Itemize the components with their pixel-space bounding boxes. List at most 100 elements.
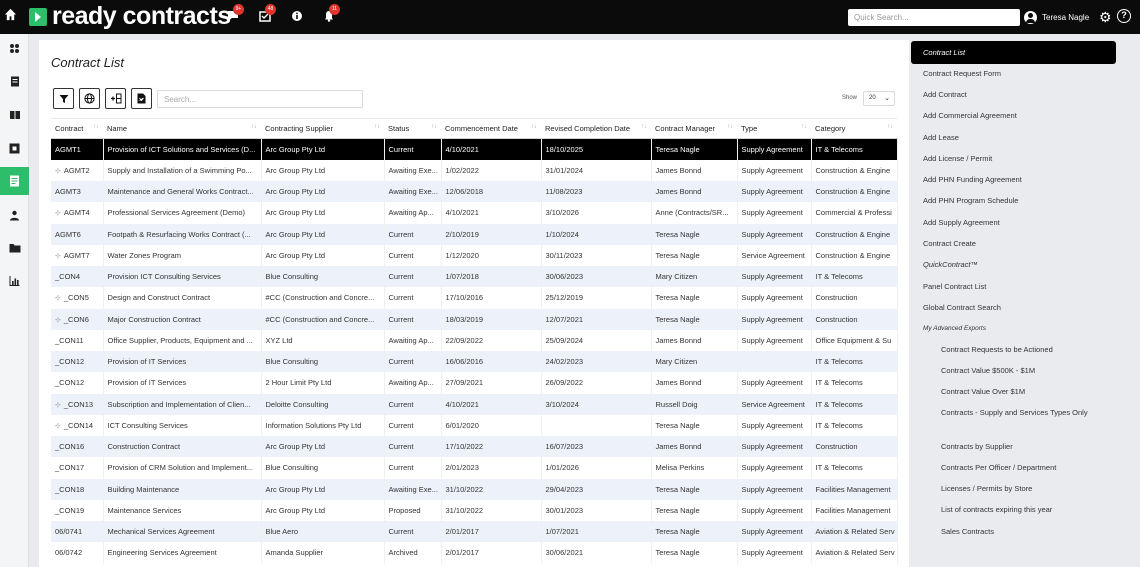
table-row[interactable]: AGMT1 Provision of ICT Solutions and Serv… xyxy=(51,138,898,160)
table-row[interactable]: ⊹ _CON6 Major Construction Contract #CC (Co… xyxy=(51,308,898,330)
column-header[interactable]: Contract ↑↓ xyxy=(51,118,103,139)
table-row[interactable]: ⊹ _CON5 Design and Construct Contract #CC (… xyxy=(51,287,898,309)
rail-dashboard-icon[interactable] xyxy=(0,34,29,62)
export-button[interactable] xyxy=(131,88,152,109)
filter-button[interactable] xyxy=(53,88,74,109)
sidebar-link[interactable]: Global Contract Search xyxy=(923,303,1001,312)
column-header[interactable]: Contract Manager ↑↓ xyxy=(651,118,737,139)
page-size-select[interactable]: 20 ⌄ xyxy=(863,91,895,106)
tree-icon[interactable]: ⊹ xyxy=(55,252,61,260)
sort-icon[interactable]: ↑↓ xyxy=(887,124,893,130)
home-icon[interactable] xyxy=(4,8,18,22)
export-link[interactable]: Contracts Per Officer / Department xyxy=(941,462,1091,473)
cell-supplier: Blue Aero xyxy=(261,521,385,543)
logo-text[interactable]: ready contracts xyxy=(52,2,231,31)
sort-icon[interactable]: ↑↓ xyxy=(93,124,99,130)
table-row[interactable]: _CON16 Construction Contract Arc Group Pty… xyxy=(51,436,898,458)
export-link[interactable]: Contracts - Supply and Services Types On… xyxy=(941,407,1091,418)
table-row[interactable]: ⊹ AGMT2 Supply and Installation of a Swimm… xyxy=(51,159,898,181)
sort-icon[interactable]: ↑↓ xyxy=(801,124,807,130)
user-menu[interactable]: Teresa Nagle xyxy=(1024,9,1089,25)
sort-icon[interactable]: ↑↓ xyxy=(641,124,647,130)
table-row[interactable]: _CON11 Office Supplier, Products, Equipme… xyxy=(51,329,898,351)
table-row[interactable]: _CON12 Provision of IT Services Blue Consu… xyxy=(51,351,898,373)
cell-text: AGMT4 xyxy=(63,208,90,218)
table-row[interactable]: 06/0741 Mechanical Services Agreement Blue… xyxy=(51,521,898,543)
export-link[interactable]: Contract Value $500K - $1M xyxy=(941,365,1091,376)
column-header[interactable]: Commencement Date ↑↓ xyxy=(441,118,541,139)
rail-documents-icon[interactable] xyxy=(0,67,29,95)
sidebar-link[interactable]: Add Commercial Agreement xyxy=(923,111,1017,120)
column-header[interactable]: Name ↑↓ xyxy=(103,118,261,139)
table-row[interactable]: ⊹ AGMT4 Professional Services Agreement (D… xyxy=(51,202,898,224)
table-row[interactable]: _CON17 Provision of CRM Solution and Impl… xyxy=(51,457,898,479)
table-row[interactable]: _CON4 Provision ICT Consulting Services Bl… xyxy=(51,266,898,288)
tree-icon[interactable]: ⊹ xyxy=(55,401,61,409)
sidebar-link[interactable]: Add PHN Funding Agreement xyxy=(923,175,1022,184)
table-row[interactable]: ⊹ _CON14 ICT Consulting Services Informatio… xyxy=(51,414,898,436)
messages-icon[interactable]: 9+ xyxy=(226,4,244,24)
sort-icon[interactable]: ↑↓ xyxy=(251,124,257,130)
column-header[interactable]: Status ↑↓ xyxy=(384,118,441,139)
sidebar-link[interactable]: Add License / Permit xyxy=(923,154,992,163)
rail-contracts-icon[interactable] xyxy=(0,167,29,195)
user-icon xyxy=(1024,10,1037,24)
table-row[interactable]: _CON12 Provision of IT Services 2 Hour Lim… xyxy=(51,372,898,394)
sidebar-link[interactable]: Add Lease xyxy=(923,133,959,142)
sidebar-link[interactable]: Contract Create xyxy=(923,239,976,248)
sidebar-link[interactable]: Contract Request Form xyxy=(923,69,1001,78)
cell-text: 30/06/2023 xyxy=(545,272,584,282)
gear-icon[interactable]: ⚙ xyxy=(1099,9,1112,25)
column-header[interactable]: Contracting Supplier ↑↓ xyxy=(261,118,384,139)
export-link[interactable]: Contracts by Supplier xyxy=(941,441,1091,452)
tree-icon[interactable]: ⊹ xyxy=(55,209,61,217)
export-link[interactable]: List of contracts expiring this year xyxy=(941,504,1091,515)
table-row[interactable]: AGMT3 Maintenance and General Works Contr… xyxy=(51,181,898,203)
info-icon[interactable] xyxy=(290,10,304,24)
export-link[interactable]: Licenses / Permits by Store xyxy=(941,483,1091,494)
cell-manager: Teresa Nagle xyxy=(651,521,738,543)
export-link[interactable]: Contract Requests to be Actioned xyxy=(941,344,1091,355)
tree-icon[interactable]: ⊹ xyxy=(55,422,61,430)
sidebar-link[interactable]: Add Contract xyxy=(923,90,967,99)
sidebar-link[interactable]: Add PHN Program Schedule xyxy=(923,196,1018,205)
table-row[interactable]: _CON19 Maintenance Services Arc Group Pty … xyxy=(51,499,898,521)
quick-search-input[interactable] xyxy=(848,9,1020,26)
cell-text: 06/0742 xyxy=(55,548,83,558)
table-row[interactable]: ⊹ AGMT7 Water Zones Program Arc Group Pty L… xyxy=(51,244,898,266)
globe-button[interactable] xyxy=(79,88,100,109)
table-row[interactable]: 06/0742 Engineering Services Agreement Ama… xyxy=(51,542,898,564)
bell-icon[interactable]: 11 xyxy=(322,4,340,24)
sort-icon[interactable]: ↑↓ xyxy=(374,124,380,130)
table-search-input[interactable] xyxy=(157,90,363,108)
sort-icon[interactable]: ↑↓ xyxy=(727,124,733,130)
rail-box-icon[interactable] xyxy=(0,134,29,162)
rail-book-icon[interactable] xyxy=(0,101,29,129)
sort-icon[interactable]: ↑↓ xyxy=(531,124,537,130)
rail-folder-icon[interactable] xyxy=(0,234,29,262)
column-header[interactable]: Revised Completion Date ↑↓ xyxy=(541,118,651,139)
sidebar-link[interactable]: Panel Contract List xyxy=(923,282,986,291)
add-column-button[interactable] xyxy=(105,88,126,109)
sidebar-link[interactable]: Add Supply Agreement xyxy=(923,218,1000,227)
sort-icon[interactable]: ↑↓ xyxy=(431,124,437,130)
rail-chart-icon[interactable] xyxy=(0,267,29,295)
sidebar-link[interactable]: Contract List xyxy=(911,41,1116,64)
export-link[interactable]: Sales Contracts xyxy=(941,526,1091,537)
table-row[interactable]: AGMT6 Footpath & Resurfacing Works Contra… xyxy=(51,223,898,245)
logo-icon[interactable] xyxy=(29,8,47,26)
help-icon[interactable]: ? xyxy=(1117,9,1131,23)
rail-people-icon[interactable] xyxy=(0,201,29,229)
tree-icon[interactable]: ⊹ xyxy=(55,294,61,302)
cell-contract: ⊹ AGMT2 xyxy=(51,159,104,181)
column-header[interactable]: Category ↑↓ xyxy=(811,118,897,139)
table-row[interactable]: ⊹ _CON13 Subscription and Implementation o… xyxy=(51,393,898,415)
tasks-icon[interactable]: 48 xyxy=(258,4,276,24)
cell-start: 27/09/2021 xyxy=(441,372,542,394)
column-header[interactable]: Type ↑↓ xyxy=(737,118,811,139)
export-link[interactable]: Contract Value Over $1M xyxy=(941,386,1091,397)
tree-icon[interactable]: ⊹ xyxy=(55,167,61,175)
sidebar-link[interactable]: QuickContract™ xyxy=(923,260,978,269)
table-row[interactable]: _CON18 Building Maintenance Arc Group Pty … xyxy=(51,478,898,500)
tree-icon[interactable]: ⊹ xyxy=(55,316,61,324)
